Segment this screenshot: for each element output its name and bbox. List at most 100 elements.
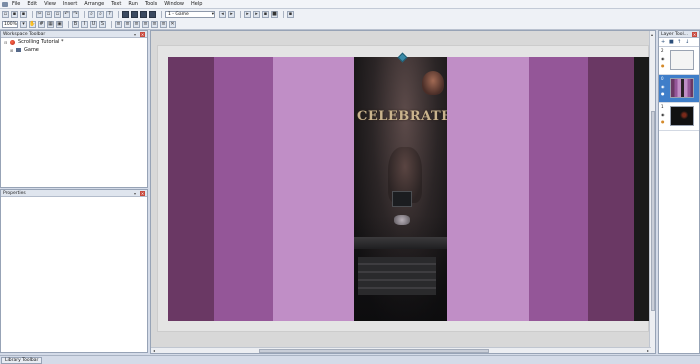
layer-number: 0 — [661, 76, 664, 81]
menu-help[interactable]: Help — [191, 1, 202, 7]
lock-icon[interactable]: ● — [661, 119, 665, 124]
undo-icon[interactable]: ↶ — [63, 10, 70, 18]
menu-arrange[interactable]: Arrange — [84, 1, 104, 7]
scroll-up-icon[interactable]: ▴ — [651, 32, 653, 37]
storyboard-icon[interactable] — [122, 10, 129, 18]
event-editor-icon[interactable] — [140, 10, 147, 18]
tree-item-application[interactable]: ⊟ Scrolling Tutorial * — [1, 38, 147, 46]
paste-icon[interactable]: ▫ — [54, 10, 61, 18]
layer-up-icon[interactable]: ↑ — [677, 39, 683, 45]
menu-file[interactable]: File — [12, 1, 20, 7]
align-left-icon[interactable]: ≡ — [115, 20, 122, 28]
align-middle-icon[interactable]: ≡ — [151, 20, 158, 28]
horizontal-scrollbar[interactable]: ◂ ▸ — [151, 347, 651, 353]
eye-icon[interactable]: ◉ — [661, 84, 665, 89]
menu-tools[interactable]: Tools — [145, 1, 157, 7]
backdrop-stripe[interactable] — [273, 57, 354, 321]
toolbar-separator — [68, 20, 69, 28]
zoom-select[interactable]: 100% — [2, 20, 18, 28]
underline-icon[interactable]: U — [90, 20, 97, 28]
tree-item-frame[interactable]: ⊞ Game — [1, 46, 147, 54]
close-icon[interactable]: × — [140, 31, 145, 37]
delete-layer-icon[interactable]: ■ — [669, 39, 675, 45]
options-icon[interactable]: ▪ — [287, 10, 294, 18]
backdrop-stripe[interactable] — [214, 57, 273, 321]
replace-icon[interactable]: ⌕ — [97, 10, 104, 18]
collapse-icon[interactable]: ⊟ — [4, 40, 8, 45]
frame-editor[interactable]: CELEBRATE! ▴ ◂ ▸ — [150, 30, 656, 354]
snap-icon[interactable]: ▦ — [47, 20, 54, 28]
menu-edit[interactable]: Edit — [27, 1, 37, 7]
menu-insert[interactable]: Insert — [63, 1, 77, 7]
find-icon[interactable]: ⌕ — [88, 10, 95, 18]
layer-down-icon[interactable]: ↓ — [685, 39, 691, 45]
align-right-icon[interactable]: ≡ — [133, 20, 140, 28]
lock-icon[interactable]: ● — [661, 63, 665, 68]
event-list-icon[interactable] — [149, 10, 156, 18]
workspace-panel: Workspace Toolbar ▾ × ⊟ Scrolling Tutori… — [0, 30, 148, 188]
scroll-left-icon[interactable]: ◂ — [153, 348, 155, 353]
close-icon[interactable]: × — [692, 31, 697, 37]
cut-icon[interactable]: ✂ — [36, 10, 43, 18]
layer-number: 2 — [661, 48, 664, 53]
frame-select[interactable]: 1 - Game ▾ — [165, 10, 215, 18]
next-frame-icon[interactable]: ▸ — [228, 10, 235, 18]
library-toolbar-tab[interactable]: Library Toolbar — [1, 357, 43, 364]
previous-frame-icon[interactable]: ◂ — [219, 10, 226, 18]
vertical-scrollbar-thumb[interactable] — [651, 111, 655, 311]
backdrop-stripe[interactable] — [529, 57, 588, 321]
layer-row[interactable]: 2 ◉ ● — [659, 47, 699, 75]
help-icon[interactable]: ? — [106, 10, 113, 18]
close-icon[interactable]: ✕ — [169, 20, 176, 28]
layer-row[interactable]: 0 ◉ ● — [659, 75, 699, 103]
align-bottom-icon[interactable]: ≡ — [160, 20, 167, 28]
menu-window[interactable]: Window — [164, 1, 184, 7]
status-bar: Library Toolbar — [0, 355, 700, 364]
menu-run[interactable]: Run — [128, 1, 138, 7]
layer-thumbnail — [670, 78, 694, 98]
select-tool-icon[interactable]: ▣ — [56, 20, 63, 28]
expand-icon[interactable]: ⊞ — [10, 48, 14, 53]
layer-row[interactable]: 1 ◉ ● — [659, 103, 699, 131]
add-layer-icon[interactable]: + — [661, 39, 667, 45]
horizontal-scrollbar-thumb[interactable] — [259, 349, 489, 353]
eye-icon[interactable]: ◉ — [661, 112, 665, 117]
redo-icon[interactable]: ↷ — [72, 10, 79, 18]
open-folder-icon[interactable]: ▪ — [11, 10, 18, 18]
scroll-right-icon[interactable]: ▸ — [647, 348, 649, 353]
build-icon[interactable]: ▪ — [262, 10, 269, 18]
frame-editor-icon[interactable] — [131, 10, 138, 18]
layers-panel: Layer Tool... × + ■ ↑ ↓ 2 ◉ ● 0 ◉ ● 1 ◉ … — [658, 30, 700, 354]
copy-icon[interactable]: ▫ — [45, 10, 52, 18]
backdrop-stripe[interactable] — [588, 57, 634, 321]
menu-text[interactable]: Text — [111, 1, 121, 7]
backdrop-stripe[interactable] — [168, 57, 214, 321]
zoom-dropdown-icon[interactable]: ▾ — [20, 20, 27, 28]
lamp-shape — [422, 71, 444, 95]
run-application-icon[interactable]: ▸ — [253, 10, 260, 18]
menu-view[interactable]: View — [44, 1, 56, 7]
new-file-icon[interactable]: ▫ — [2, 10, 9, 18]
vertical-scrollbar[interactable]: ▴ — [649, 31, 655, 353]
layers-panel-title: Layer Tool... — [661, 31, 689, 37]
stop-icon[interactable]: ■ — [271, 10, 278, 18]
eye-icon[interactable]: ◉ — [661, 56, 665, 61]
frame-layout-area[interactable]: CELEBRATE! — [168, 57, 650, 321]
strike-icon[interactable]: S — [99, 20, 106, 28]
backdrop-stripe[interactable] — [447, 57, 529, 321]
hand-tool-icon[interactable]: ✋ — [29, 20, 36, 28]
bold-icon[interactable]: B — [72, 20, 79, 28]
menu-bar: File Edit View Insert Arrange Text Run T… — [0, 0, 700, 9]
pin-icon[interactable]: ▾ — [134, 32, 138, 37]
close-icon[interactable]: × — [140, 190, 145, 196]
lock-icon[interactable]: ● — [661, 91, 665, 96]
game-backdrop-image[interactable]: CELEBRATE! — [354, 57, 457, 321]
grid-icon[interactable]: # — [38, 20, 45, 28]
pin-icon[interactable]: ▾ — [134, 191, 138, 196]
align-top-icon[interactable]: ≡ — [142, 20, 149, 28]
save-icon[interactable]: ▪ — [20, 10, 27, 18]
italic-icon[interactable]: I — [81, 20, 88, 28]
align-center-icon[interactable]: ≡ — [124, 20, 131, 28]
run-frame-icon[interactable]: ▸ — [244, 10, 251, 18]
properties-panel-header: Properties ▾ × — [1, 190, 147, 197]
